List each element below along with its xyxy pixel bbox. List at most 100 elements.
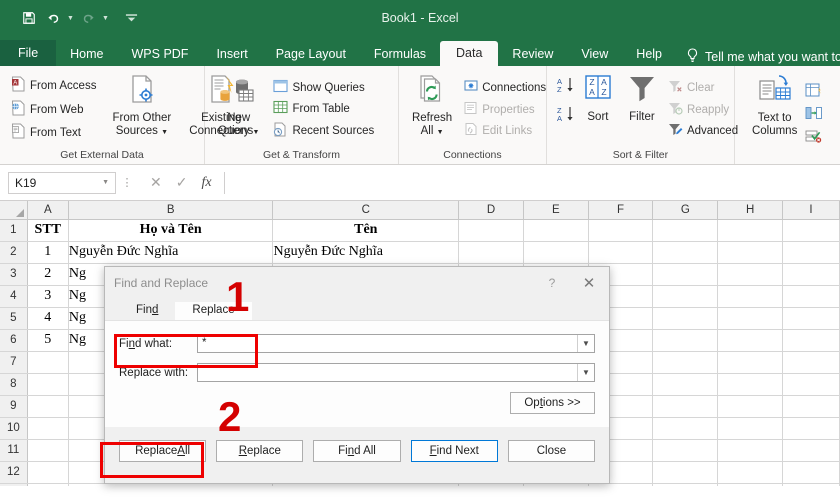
ribbon-item-sort[interactable]: ZAAZ Sort xyxy=(576,71,620,149)
cell-h7[interactable] xyxy=(717,351,783,374)
cell-g11[interactable] xyxy=(652,439,719,462)
cell-a13[interactable] xyxy=(27,483,69,486)
cell-a6[interactable]: 5 xyxy=(27,329,69,352)
cell-f1[interactable] xyxy=(588,219,654,242)
cell-g1[interactable] xyxy=(652,219,719,242)
cell-h11[interactable] xyxy=(717,439,783,462)
column-header-e[interactable]: E xyxy=(523,201,589,220)
row-header-3[interactable]: 3 xyxy=(0,263,28,286)
tab-formulas[interactable]: Formulas xyxy=(360,43,440,67)
ribbon-item-connections[interactable]: Connections xyxy=(462,78,550,98)
cell-g2[interactable] xyxy=(652,241,719,264)
row-header-12[interactable]: 12 xyxy=(0,461,28,484)
row-header-10[interactable]: 10 xyxy=(0,417,28,440)
row-header-11[interactable]: 11 xyxy=(0,439,28,462)
row-header-2[interactable]: 2 xyxy=(0,241,28,264)
cell-i10[interactable] xyxy=(782,417,840,440)
redo-icon[interactable] xyxy=(77,7,99,29)
cell-a10[interactable] xyxy=(27,417,69,440)
cell-a11[interactable] xyxy=(27,439,69,462)
cell-g3[interactable] xyxy=(652,263,719,286)
tab-file[interactable]: File xyxy=(0,39,57,66)
close-icon[interactable]: ✕ xyxy=(569,274,609,292)
cell-a9[interactable] xyxy=(27,395,69,418)
cell-e2[interactable] xyxy=(523,241,589,264)
cell-a7[interactable] xyxy=(27,351,69,374)
cell-i11[interactable] xyxy=(782,439,840,462)
ribbon-item-text-to-columns[interactable]: Text to Columns xyxy=(746,71,803,161)
ribbon-item-data-validation[interactable] xyxy=(805,129,823,149)
tab-data[interactable]: Data xyxy=(440,40,499,66)
cell-i8[interactable] xyxy=(782,373,840,396)
cell-a4[interactable]: 3 xyxy=(27,285,69,308)
cell-a5[interactable]: 4 xyxy=(27,307,69,330)
row-header-6[interactable]: 6 xyxy=(0,329,28,352)
cell-c1[interactable]: Tên xyxy=(272,219,460,242)
row-header-13[interactable]: 13 xyxy=(0,483,28,486)
cell-g8[interactable] xyxy=(652,373,719,396)
cell-h10[interactable] xyxy=(717,417,783,440)
tab-review[interactable]: Review xyxy=(498,43,567,67)
ribbon-item-from-access[interactable]: A From Access xyxy=(9,75,100,97)
ribbon-item-sort-ascending[interactable]: AZ xyxy=(556,76,576,100)
cell-h5[interactable] xyxy=(717,307,783,330)
tab-insert[interactable]: Insert xyxy=(202,43,261,67)
close-button[interactable]: Close xyxy=(507,440,596,462)
name-box[interactable]: K19 ▼ xyxy=(8,171,116,194)
cell-i12[interactable] xyxy=(782,461,840,484)
cell-g4[interactable] xyxy=(652,285,719,308)
formula-bar-menu-icon[interactable]: ⋮ xyxy=(116,176,138,189)
cell-g6[interactable] xyxy=(652,329,719,352)
chevron-down-icon[interactable]: ▼ xyxy=(577,364,594,381)
row-header-1[interactable]: 1 xyxy=(0,219,28,242)
ribbon-item-remove-duplicates[interactable] xyxy=(805,106,823,126)
undo-dropdown-icon[interactable]: ▼ xyxy=(66,15,75,22)
tab-home[interactable]: Home xyxy=(56,43,117,67)
cell-h12[interactable] xyxy=(717,461,783,484)
cell-e1[interactable] xyxy=(523,219,589,242)
cell-a3[interactable]: 2 xyxy=(27,263,69,286)
cell-g13[interactable] xyxy=(652,483,719,486)
column-header-i[interactable]: I xyxy=(782,201,840,220)
column-header-c[interactable]: C xyxy=(272,201,460,220)
column-header-g[interactable]: G xyxy=(652,201,719,220)
tab-page-layout[interactable]: Page Layout xyxy=(262,43,360,67)
chevron-down-icon[interactable]: ▼ xyxy=(577,335,594,352)
row-header-4[interactable]: 4 xyxy=(0,285,28,308)
cell-a2[interactable]: 1 xyxy=(27,241,69,264)
cell-b2[interactable]: Nguyễn Đức Nghĩa xyxy=(68,241,274,264)
ribbon-item-recent-sources[interactable]: Recent Sources xyxy=(271,121,378,142)
row-header-8[interactable]: 8 xyxy=(0,373,28,396)
cell-g10[interactable] xyxy=(652,417,719,440)
tell-me-search[interactable]: Tell me what you want to xyxy=(676,48,840,66)
ribbon-item-refresh-all[interactable]: Refresh All ▼ xyxy=(406,71,458,149)
help-icon[interactable]: ? xyxy=(535,276,569,290)
column-header-f[interactable]: F xyxy=(588,201,654,220)
cell-d2[interactable] xyxy=(458,241,524,264)
cell-d1[interactable] xyxy=(458,219,524,242)
tab-wps-pdf[interactable]: WPS PDF xyxy=(118,43,203,67)
ribbon-item-show-queries[interactable]: Show Queries xyxy=(271,78,378,98)
cell-a8[interactable] xyxy=(27,373,69,396)
find-next-button[interactable]: Find Next xyxy=(410,440,498,462)
cell-h2[interactable] xyxy=(717,241,783,264)
column-header-a[interactable]: A xyxy=(27,201,69,220)
redo-dropdown-icon[interactable]: ▼ xyxy=(101,15,110,22)
cell-i5[interactable] xyxy=(782,307,840,330)
cell-f2[interactable] xyxy=(588,241,654,264)
cell-g5[interactable] xyxy=(652,307,719,330)
cell-g9[interactable] xyxy=(652,395,719,418)
cell-h9[interactable] xyxy=(717,395,783,418)
row-header-9[interactable]: 9 xyxy=(0,395,28,418)
find-all-button[interactable]: Fi n d All xyxy=(313,440,401,462)
cancel-icon[interactable]: ✕ xyxy=(150,174,162,191)
tab-help[interactable]: Help xyxy=(622,43,676,67)
cell-i2[interactable] xyxy=(782,241,840,264)
row-header-5[interactable]: 5 xyxy=(0,307,28,330)
select-all-corner[interactable] xyxy=(0,201,28,220)
cell-i3[interactable] xyxy=(782,263,840,286)
cell-h4[interactable] xyxy=(717,285,783,308)
ribbon-item-new-query[interactable]: New Query ▼ xyxy=(212,71,265,149)
formula-input[interactable] xyxy=(223,171,836,194)
cell-i4[interactable] xyxy=(782,285,840,308)
